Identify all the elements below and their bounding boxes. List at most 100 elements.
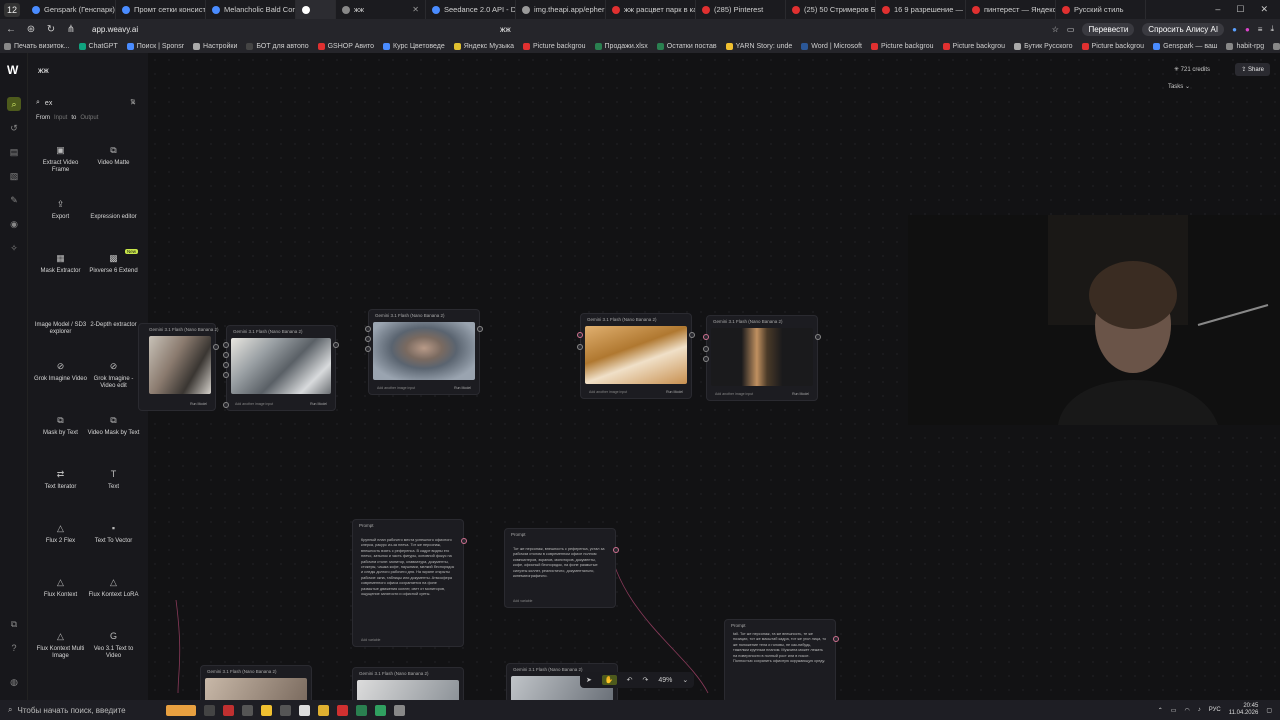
close-tab-icon[interactable]: ✕ <box>412 5 419 14</box>
node-output-port[interactable] <box>833 636 839 642</box>
tray-chevron-icon[interactable]: ⌃ <box>1158 707 1163 714</box>
app-icon[interactable] <box>356 704 367 716</box>
sort-icon[interactable]: ⇅ <box>130 98 136 106</box>
video-icon[interactable]: ◉ <box>7 217 21 231</box>
node-output-image[interactable] <box>231 338 331 394</box>
layers-icon[interactable]: ⧉ <box>7 617 21 631</box>
tool-item[interactable]: 2-Depth extractor <box>87 307 140 343</box>
tool-item[interactable]: ▣ Extract Video Frame <box>34 145 87 181</box>
node-output-image[interactable] <box>149 336 211 394</box>
volume-icon[interactable]: ♪ <box>1198 707 1201 713</box>
node-input-port[interactable] <box>223 362 229 368</box>
edit-icon[interactable]: ✎ <box>7 193 21 207</box>
menu-icon[interactable]: ≡ <box>1258 25 1263 34</box>
node-input-port[interactable] <box>223 372 229 378</box>
prompt-text[interactable]: tall. Тот же персонаж, та же внешность, … <box>733 632 827 702</box>
bookmark-item[interactable]: Picture backgrou <box>942 42 1005 50</box>
discord-icon[interactable]: ◍ <box>7 675 21 689</box>
add-image-input-button[interactable]: Add another image input <box>715 392 753 396</box>
node-output-port[interactable] <box>333 342 339 348</box>
search-icon[interactable]: ⌕ <box>7 97 21 111</box>
extension-icon-2[interactable]: ● <box>1245 25 1250 34</box>
node-output-image[interactable] <box>711 328 813 386</box>
node-search-field[interactable]: ⌕ ex ✕ <box>36 97 136 109</box>
app-icon[interactable] <box>375 704 386 716</box>
zoom-level[interactable]: 49% <box>658 677 672 684</box>
browser-tab[interactable]: Промт сетки консист <box>116 0 206 19</box>
security-icon[interactable]: ⋔ <box>66 24 76 35</box>
node-output-port[interactable] <box>815 334 821 340</box>
bookmark-item[interactable]: Picture backgrou <box>871 42 934 50</box>
bookmark-item[interactable]: Остатки постав <box>656 42 717 50</box>
input-filter[interactable]: Input <box>54 115 67 121</box>
node-input-port[interactable] <box>223 342 229 348</box>
output-filter[interactable]: Output <box>80 115 98 121</box>
close-window-icon[interactable]: ✕ <box>1260 4 1268 15</box>
add-image-input-button[interactable]: Add another image input <box>589 390 627 394</box>
node-output-port[interactable] <box>477 326 483 332</box>
browser-tab[interactable]: жж ✕ <box>336 0 426 19</box>
tool-item[interactable]: T Text <box>87 469 140 505</box>
node-input-port[interactable] <box>365 326 371 332</box>
extensions-icon[interactable]: ⊛ <box>26 24 36 35</box>
alice-button[interactable]: Спросить Алису AI <box>1142 22 1225 36</box>
browser-tab[interactable]: Seedance 2.0 API - Do <box>426 0 516 19</box>
taskbar-search[interactable]: ⌕ Чтобы начать поиск, введите <box>8 705 158 715</box>
clock[interactable]: 20:45 11.04.2026 <box>1229 703 1259 717</box>
download-icon[interactable]: ⤓ <box>1270 24 1274 34</box>
browser-tab[interactable]: пинтерест — Яндекс <box>966 0 1056 19</box>
url-field[interactable]: app.weavy.ai <box>92 25 138 34</box>
wifi-icon[interactable]: ◠ <box>1184 707 1189 714</box>
tool-item[interactable]: △ Flux Kontext Multi Image <box>34 631 87 667</box>
reader-icon[interactable]: ▭ <box>1067 25 1075 34</box>
translate-button[interactable]: Перевести <box>1082 22 1135 36</box>
bookmark-item[interactable]: GSHOP Авито <box>317 42 374 50</box>
add-variable-button[interactable]: Add variable <box>361 638 380 642</box>
run-model-button[interactable]: Run Model <box>666 390 683 394</box>
bookmark-item[interactable]: Поиск | Sponsr <box>126 42 184 50</box>
yandex-browser-icon[interactable] <box>299 704 310 716</box>
node-output-port[interactable] <box>461 538 467 544</box>
browser-tab[interactable]: Melancholic Bald Corp <box>206 0 296 19</box>
bookmark-item[interactable]: Курс Цветоведе <box>383 42 445 50</box>
tool-item[interactable]: G Veo 3.1 Text to Video <box>87 631 140 667</box>
bookmark-item[interactable]: ChatGPT <box>78 42 118 50</box>
tool-item[interactable]: △ Flux Kontext <box>34 577 87 613</box>
node-input-port[interactable] <box>365 336 371 342</box>
node-input-port[interactable] <box>223 402 229 408</box>
node-output-image[interactable] <box>373 322 475 380</box>
node-input-port[interactable] <box>703 334 709 340</box>
tool-item[interactable]: Image Model / SD3 explorer <box>34 307 87 343</box>
gemini-node[interactable]: Gemini 3.1 Flash (Nano Banana 2) Add ano… <box>365 309 483 395</box>
node-input-port[interactable] <box>703 346 709 352</box>
prompt-node[interactable]: Prompt Крупный план рабочего места успеш… <box>352 519 467 647</box>
help-icon[interactable]: ? <box>7 641 21 655</box>
pointer-tool-icon[interactable]: ➤ <box>586 676 592 684</box>
prompt-text[interactable]: Тот же персонаж, внешность с референса, … <box>513 547 607 589</box>
tool-item[interactable]: ⇄ Text Iterator <box>34 469 87 505</box>
workflow-canvas[interactable]: ✳ 721 credits ⇪ Share Tasks ⌄ Gemini 3.1… <box>138 53 1280 707</box>
bookmark-item[interactable]: Бутик Русского <box>1014 42 1073 50</box>
bookmark-item[interactable]: БОТ для автопо <box>246 42 309 50</box>
run-model-button[interactable]: Run Model <box>792 392 809 396</box>
add-variable-button[interactable]: Add variable <box>513 599 532 603</box>
run-model-button[interactable]: Run Model <box>454 386 471 390</box>
add-image-input-button[interactable]: Add another image input <box>377 386 415 390</box>
node-output-port[interactable] <box>213 344 219 350</box>
weavy-logo[interactable]: W <box>7 63 18 77</box>
prompt-node[interactable]: Prompt tall. Тот же персонаж, та же внеш… <box>724 619 839 703</box>
browser-tab[interactable]: 16 9 разрешение — Я <box>876 0 966 19</box>
tool-item[interactable]: ⊘ Grok Imagine - Video edit <box>87 361 140 397</box>
prompt-node[interactable]: Prompt Тот же персонаж, внешность с рефе… <box>504 528 619 608</box>
plugin-icon[interactable]: ✧ <box>7 241 21 255</box>
tool-item[interactable]: ⊘ Grok Imagine Video <box>34 361 87 397</box>
tool-item[interactable]: Expression editor <box>87 199 140 235</box>
bookmark-item[interactable]: Picture backgrou <box>522 42 586 50</box>
tool-item[interactable]: ⧉ Video Matte <box>87 145 140 181</box>
bookmark-item[interactable]: habit-rpg <box>1226 42 1264 50</box>
tool-item[interactable]: ▦ Mask Extractor <box>34 253 87 289</box>
bookmark-item[interactable]: Печать визиток... <box>4 42 70 50</box>
gemini-node[interactable]: Gemini 3.1 Flash (Nano Banana 2) Add ano… <box>703 315 821 401</box>
tool-item[interactable]: △ Flux Kontext LoRA <box>87 577 140 613</box>
maximize-icon[interactable]: ☐ <box>1236 4 1244 15</box>
